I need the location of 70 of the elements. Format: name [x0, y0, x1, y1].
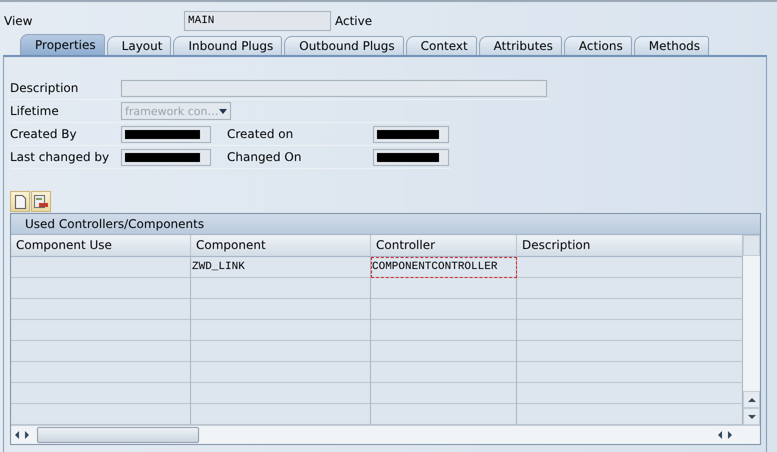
- scroll-right-icon[interactable]: [23, 431, 31, 439]
- scroll-up-icon[interactable]: [748, 396, 756, 404]
- table-cell[interactable]: [191, 362, 371, 383]
- table-cell[interactable]: [11, 278, 191, 299]
- table-cell[interactable]: [371, 299, 517, 320]
- column-header[interactable]: Description: [517, 235, 743, 257]
- description-field[interactable]: [121, 80, 547, 96]
- readonly-field[interactable]: [121, 148, 211, 166]
- table-cell[interactable]: [191, 320, 371, 341]
- table-cell[interactable]: [11, 383, 191, 404]
- field-label: Changed On: [226, 150, 302, 164]
- delete-row-button[interactable]: [31, 191, 51, 212]
- scroll-right-icon[interactable]: [726, 431, 734, 439]
- tab[interactable]: Attributes: [478, 36, 562, 55]
- table-cell[interactable]: [517, 320, 743, 341]
- table-cell[interactable]: [191, 299, 371, 320]
- table-cell[interactable]: [371, 383, 517, 404]
- table-cell[interactable]: [517, 299, 743, 320]
- table-cell[interactable]: [517, 362, 743, 383]
- table-cell[interactable]: [191, 278, 371, 299]
- table-cell[interactable]: [191, 341, 371, 362]
- table-cell[interactable]: [371, 278, 517, 299]
- status-text: Active: [335, 14, 372, 28]
- table-settings-button[interactable]: [743, 235, 760, 256]
- table-cell[interactable]: [371, 320, 517, 341]
- table-cell[interactable]: [11, 299, 191, 320]
- table-cell[interactable]: [517, 257, 743, 278]
- dropdown-caret-icon: [219, 108, 227, 114]
- tab[interactable]: Layout: [106, 36, 172, 55]
- table-cell[interactable]: [11, 362, 191, 383]
- horizontal-scrollbar[interactable]: [11, 425, 760, 444]
- scroll-thumb[interactable]: [37, 427, 199, 443]
- table-cell[interactable]: COMPONENTCONTROLLER: [371, 257, 517, 278]
- table-cell[interactable]: [517, 341, 743, 362]
- column-header[interactable]: Component: [191, 235, 371, 257]
- table-cell[interactable]: ZWD_LINK: [191, 257, 371, 278]
- table-cell[interactable]: [517, 278, 743, 299]
- table-cell[interactable]: [371, 341, 517, 362]
- field-label: Description: [10, 81, 80, 95]
- field-label: Last changed by: [10, 150, 110, 164]
- field-label: Created on: [226, 127, 294, 141]
- table-cell[interactable]: [11, 257, 191, 278]
- readonly-field[interactable]: [373, 126, 449, 142]
- tab[interactable]: Inbound Plugs: [173, 36, 282, 55]
- field-label: Created By: [10, 127, 78, 141]
- table-title: Used Controllers/Components: [11, 214, 760, 235]
- tab[interactable]: Methods: [634, 36, 710, 55]
- readonly-field[interactable]: [121, 126, 211, 142]
- view-label: View: [4, 14, 34, 28]
- field-label: Lifetime: [10, 104, 60, 118]
- column-header[interactable]: Controller: [371, 235, 517, 257]
- new-document-button[interactable]: [10, 191, 30, 212]
- tab[interactable]: Outbound Plugs: [284, 36, 404, 55]
- column-header[interactable]: Component Use: [11, 235, 191, 257]
- tab[interactable]: Context: [406, 36, 477, 55]
- document-icon: [14, 194, 26, 208]
- table-cell[interactable]: [371, 362, 517, 383]
- vertical-scrollbar[interactable]: [743, 235, 760, 425]
- scroll-left-icon[interactable]: [716, 431, 724, 439]
- tab[interactable]: Actions: [564, 36, 632, 55]
- list-delete-icon: [34, 194, 48, 208]
- table-cell[interactable]: [11, 341, 191, 362]
- readonly-field[interactable]: [373, 148, 449, 166]
- view-name-field[interactable]: MAIN: [184, 11, 331, 31]
- table-cell[interactable]: [11, 320, 191, 341]
- table-cell[interactable]: [517, 383, 743, 404]
- scroll-left-icon[interactable]: [13, 431, 21, 439]
- table-cell[interactable]: [191, 383, 371, 404]
- tab[interactable]: Properties: [20, 34, 105, 55]
- scroll-down-icon[interactable]: [748, 412, 756, 420]
